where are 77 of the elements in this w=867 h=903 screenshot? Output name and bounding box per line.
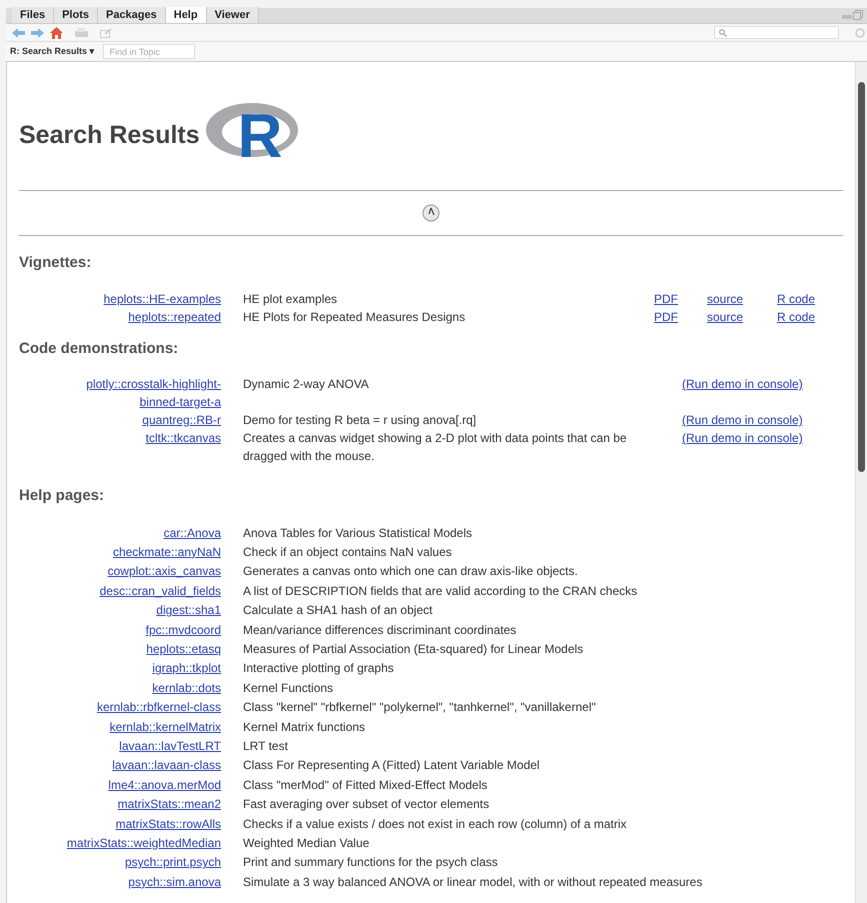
topic-description: Check if an object contains NaN values — [243, 544, 452, 559]
topic-description: A list of DESCRIPTION fields that are valid according to the CRAN checks — [243, 584, 638, 598]
topic-link[interactable]: heplots::repeated — [128, 310, 221, 324]
maximize-icon[interactable] — [853, 10, 863, 20]
run-demo-link[interactable]: (Run demo in console) — [682, 431, 803, 445]
scrollbar[interactable] — [855, 62, 867, 903]
run-demo-link[interactable]: (Run demo in console) — [682, 413, 803, 427]
topic-link[interactable]: psych::print.psych — [124, 855, 221, 870]
print-icon[interactable] — [75, 28, 88, 38]
topic-description: Kernel Functions — [243, 680, 334, 695]
run-demo-link[interactable]: (Run demo in console) — [682, 377, 803, 391]
back-icon[interactable] — [12, 28, 25, 38]
topic-link[interactable]: kernlab::dots — [152, 680, 221, 695]
vignette-link[interactable]: PDF — [654, 292, 678, 306]
topic-description: Print and summary functions for the psych class — [243, 855, 498, 870]
topic-description: Generates a canvas onto which one can draw axis-like objects. — [243, 564, 578, 578]
topic-link[interactable]: heplots::etasq — [146, 642, 221, 656]
topic-link[interactable]: lme4::anova.merMod — [108, 778, 221, 792]
topic-link[interactable]: kernlab::kernelMatrix — [110, 720, 221, 734]
topic-description: Simulate a 3 way balanced ANOVA or linear model, with or without repeated measures — [243, 874, 702, 889]
topic-link[interactable]: fpc::mvdcoord — [146, 622, 221, 637]
topic-description: Class "merMod" of Fitted Mixed-Effect Models — [243, 778, 488, 792]
topic-description: Calculate a SHA1 hash of an object — [243, 603, 432, 618]
search-field[interactable] — [714, 26, 839, 39]
forward-icon[interactable] — [31, 28, 44, 38]
topic-description: Weighted Median Value — [243, 836, 370, 850]
topic-link[interactable]: psych::sim.anova — [128, 874, 221, 889]
topic-description: Anova Tables for Various Statistical Models — [243, 526, 472, 540]
topic-link[interactable]: tcltk::tkcanvas — [146, 429, 221, 447]
topic-link[interactable]: kernlab::rbfkernel-class — [96, 700, 221, 714]
minimize-icon[interactable] — [842, 14, 852, 20]
topic-link[interactable]: quantreg::RB-r — [142, 411, 221, 429]
topic-link[interactable]: digest::sha1 — [156, 603, 221, 618]
topic-link[interactable]: heplots::HE-examples — [104, 292, 221, 306]
topic-description: LRT test — [243, 738, 288, 753]
topic-description: Interactive plotting of graphs — [243, 661, 394, 676]
topic-description: Class For Representing A (Fitted) Latent Variable Model — [243, 758, 540, 772]
topic-description: Class "kernel" "rbfkernel" "polykernel", "tanhkernel", "vanillakernel" — [243, 700, 596, 714]
topic-link[interactable]: matrixStats::weightedMedian — [66, 836, 221, 850]
topic-description: Fast averaging over subset of vector elements — [243, 797, 490, 812]
topic-link[interactable]: matrixStats::mean2 — [118, 797, 221, 812]
topic-description: HE Plots for Repeated Measures Designs — [243, 310, 466, 324]
topic-dropdown[interactable]: R: Search Results ▾ — [10, 44, 95, 58]
topic-link[interactable]: matrixStats::rowAlls — [116, 816, 221, 831]
topic-link[interactable]: lavaan::lavTestLRT — [119, 738, 221, 753]
topic-description: Measures of Partial Association (Eta-squared) for Linear Models — [243, 642, 584, 656]
vignette-link[interactable]: source — [707, 292, 744, 306]
section-heading: Help pages: — [19, 486, 106, 506]
vignette-link[interactable]: R code — [777, 310, 816, 324]
topic-description: Checks if a value exists / does not exist in each row (column) of a matrix — [243, 816, 626, 831]
page-title: Search Results — [19, 120, 200, 152]
vignette-link[interactable]: PDF — [654, 310, 678, 324]
popout-icon[interactable] — [100, 28, 112, 38]
topic-link[interactable]: cowplot::axis_canvas — [108, 564, 221, 578]
search-icon — [719, 28, 727, 36]
topic-link[interactable]: desc::cran_valid_fields — [100, 584, 221, 598]
topic-description: Dynamic 2-way ANOVA — [243, 377, 369, 391]
find-in-topic-field[interactable]: Find in Topic — [102, 44, 195, 59]
section-heading: Code demonstrations: — [19, 338, 180, 358]
home-icon[interactable] — [50, 26, 63, 38]
vignette-link[interactable]: source — [707, 310, 744, 324]
section-heading: Vignettes: — [19, 253, 92, 273]
tab[interactable]: Packages — [98, 7, 166, 23]
tab[interactable]: Help — [166, 7, 207, 23]
topic-description: Mean/variance differences discriminant coordinates — [243, 622, 516, 637]
topic-description: Kernel Matrix functions — [243, 720, 366, 734]
topic-description: HE plot examples — [243, 292, 338, 306]
tab[interactable]: Viewer — [206, 7, 259, 23]
topic-link[interactable]: igraph::tkplot — [152, 661, 221, 676]
topic-description: Demo for testing R beta = r using anova[.rq] — [243, 413, 476, 427]
vignette-link[interactable]: R code — [777, 292, 816, 306]
tab[interactable]: Plots — [54, 7, 98, 23]
topic-link[interactable]: checkmate::anyNaN — [112, 544, 221, 559]
topic-link[interactable]: lavaan::lavaan-class — [112, 758, 221, 772]
tab[interactable]: Files — [12, 7, 54, 23]
topic-description: Creates a canvas widget showing a 2-D plot with data points that can be dragged with the mouse. — [243, 431, 627, 463]
topic-link[interactable]: car::Anova — [164, 526, 221, 540]
